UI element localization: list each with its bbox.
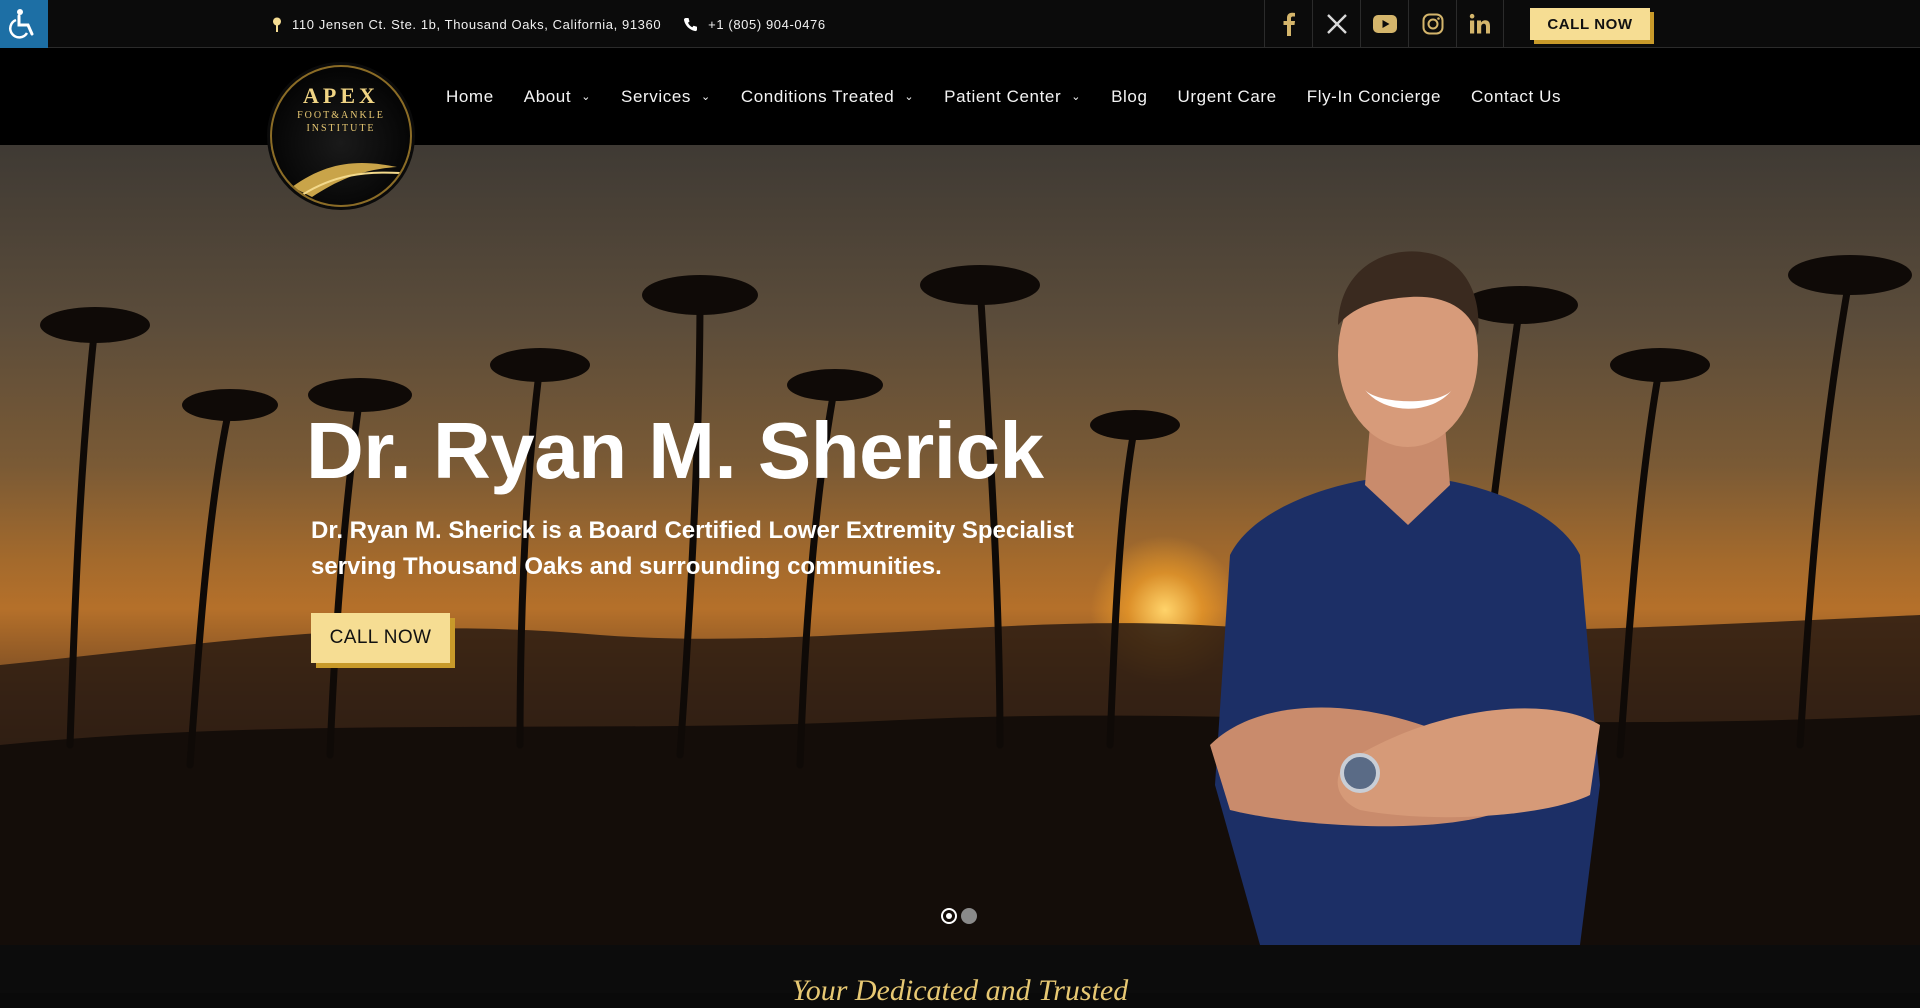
nav-item-conditions-treated[interactable]: Conditions Treated ⌄ (726, 87, 929, 107)
youtube-link[interactable] (1360, 0, 1408, 48)
linkedin-link[interactable] (1456, 0, 1504, 48)
nav-label: Contact Us (1471, 86, 1562, 106)
linkedin-icon (1469, 13, 1490, 34)
top-call-now-button[interactable]: CALL NOW (1530, 8, 1650, 40)
slider-dot-1[interactable] (941, 908, 957, 924)
phone-text: +1 (805) 904-0476 (708, 16, 826, 32)
hero-subtitle-line2: serving Thousand Oaks and surrounding co… (311, 553, 942, 580)
social-links (1264, 0, 1504, 48)
nav-item-services[interactable]: Services ⌄ (606, 87, 726, 107)
nav-label: Conditions Treated (740, 86, 895, 106)
phone-item[interactable]: +1 (805) 904-0476 (683, 17, 826, 32)
nav-item-about[interactable]: About ⌄ (509, 87, 606, 107)
wheelchair-icon (9, 9, 34, 39)
chevron-down-icon: ⌄ (701, 91, 711, 103)
hero-call-now-button[interactable]: CALL NOW (311, 613, 450, 663)
nav-label: Fly-In Concierge (1306, 86, 1442, 106)
top-bar: 110 Jensen Ct. Ste. 1b, Thousand Oaks, C… (0, 0, 1920, 48)
nav-label: Patient Center (944, 86, 1062, 106)
nav-item-urgent-care[interactable]: Urgent Care (1163, 87, 1292, 107)
facebook-icon (1283, 12, 1295, 36)
x-link[interactable] (1312, 0, 1360, 48)
logo-title: APEX (303, 83, 379, 108)
map-pin-icon (273, 17, 281, 32)
logo-line2: INSTITUTE (306, 123, 376, 134)
nav-item-patient-center[interactable]: Patient Center ⌄ (929, 87, 1096, 107)
nav-item-contact-us[interactable]: Contact Us (1456, 87, 1576, 107)
slider-dot-2[interactable] (961, 908, 977, 924)
nav-item-blog[interactable]: Blog (1096, 87, 1162, 107)
instagram-icon (1422, 13, 1443, 35)
doctor-portrait-image (1210, 251, 1600, 945)
nav-label: Home (446, 86, 494, 106)
phone-icon (684, 17, 698, 31)
chevron-down-icon: ⌄ (581, 91, 592, 103)
chevron-down-icon: ⌄ (904, 91, 915, 103)
accessibility-button[interactable] (0, 0, 48, 48)
slider-dots (941, 908, 977, 924)
nav-menu: Home About ⌄ Services ⌄ Conditions Treated… (446, 48, 1576, 145)
instagram-link[interactable] (1408, 0, 1456, 48)
hero-subtitle: Dr. Ryan M. Sherick is a Board Certified… (311, 513, 1131, 585)
nav-label: Blog (1111, 86, 1148, 106)
contact-info: 110 Jensen Ct. Ste. 1b, Thousand Oaks, C… (272, 0, 826, 48)
hero-title: Dr. Ryan M. Sherick (306, 406, 1044, 495)
nav-item-fly-in-concierge[interactable]: Fly-In Concierge (1292, 87, 1456, 107)
site-logo[interactable]: APEX FOOT&ANKLE INSTITUTE (270, 65, 412, 207)
hero-subtitle-line1: Dr. Ryan M. Sherick is a Board Certified… (311, 517, 1074, 544)
nav-item-home[interactable]: Home (446, 87, 509, 107)
x-icon (1326, 14, 1347, 34)
section-tagline: Your Dedicated and Trusted (791, 974, 1129, 1007)
address-text: 110 Jensen Ct. Ste. 1b, Thousand Oaks, C… (292, 16, 662, 32)
hero-slider: Dr. Ryan M. Sherick Dr. Ryan M. Sherick … (0, 145, 1920, 945)
youtube-icon (1372, 15, 1397, 33)
nav-label: Urgent Care (1177, 86, 1277, 106)
nav-label: About (523, 86, 572, 106)
nav-label: Services (621, 86, 692, 106)
facebook-link[interactable] (1264, 0, 1312, 48)
chevron-down-icon: ⌄ (1071, 91, 1082, 103)
address-item[interactable]: 110 Jensen Ct. Ste. 1b, Thousand Oaks, C… (272, 17, 661, 32)
logo-line1: FOOT&ANKLE (297, 110, 385, 121)
